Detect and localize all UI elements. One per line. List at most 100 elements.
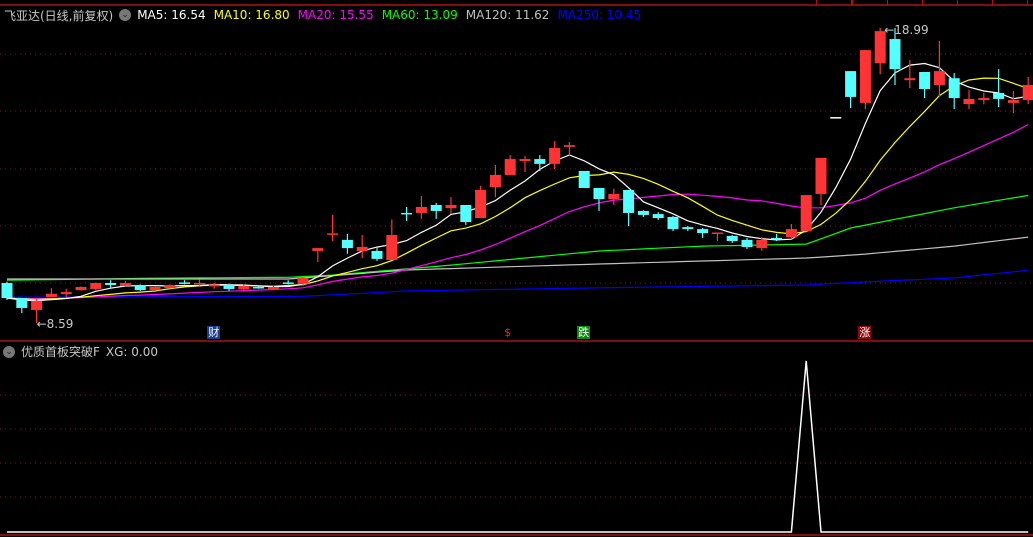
candle-up bbox=[785, 229, 797, 238]
chevron-down-icon[interactable]: ⌄ bbox=[119, 9, 132, 21]
candle-up bbox=[933, 71, 945, 86]
candle-down bbox=[919, 71, 931, 89]
candle-down bbox=[578, 170, 590, 188]
candle-down bbox=[845, 71, 857, 97]
candle-up bbox=[563, 145, 575, 147]
ma-line-ma20 bbox=[6, 123, 1029, 300]
candle-down bbox=[282, 282, 294, 284]
candle-down bbox=[105, 283, 117, 285]
candle-down bbox=[430, 205, 442, 211]
candle-down bbox=[948, 78, 960, 99]
candle-up bbox=[75, 286, 87, 291]
event-marker[interactable]: 财 bbox=[207, 326, 221, 339]
candle-up bbox=[90, 283, 102, 289]
candle-down bbox=[682, 227, 694, 230]
candle-up bbox=[963, 98, 975, 105]
candle-down bbox=[771, 237, 783, 240]
candle-down bbox=[460, 205, 472, 223]
candle-up bbox=[904, 78, 916, 81]
candle-down bbox=[623, 189, 635, 213]
candle-down bbox=[726, 235, 738, 242]
candle-up bbox=[60, 292, 72, 295]
candle-up bbox=[504, 159, 516, 175]
candle-down bbox=[223, 284, 235, 289]
candle-down bbox=[134, 284, 146, 291]
candle-up bbox=[978, 98, 990, 101]
top-tab[interactable] bbox=[957, 0, 993, 5]
xg-signal-line bbox=[7, 360, 1029, 533]
low-price-label: ←8.59 bbox=[37, 317, 74, 331]
candle-up bbox=[119, 283, 131, 286]
event-marker[interactable]: $ bbox=[503, 326, 512, 339]
candle-up bbox=[208, 284, 220, 287]
candle-up bbox=[149, 286, 161, 291]
top-tab[interactable] bbox=[992, 0, 1028, 5]
ma-label: MA20: 15.55 bbox=[297, 8, 374, 22]
chevron-down-icon[interactable]: ⌄ bbox=[3, 345, 15, 358]
candle-up bbox=[45, 293, 57, 297]
top-tab[interactable] bbox=[816, 0, 852, 5]
event-marker[interactable]: 跌 bbox=[577, 326, 591, 339]
candle-up bbox=[193, 283, 205, 285]
ma-label: MA10: 16.80 bbox=[213, 8, 290, 22]
candle-up bbox=[830, 117, 842, 119]
ma-legend: MA5: 16.54 MA10: 16.80 MA20: 15.55 MA60: 13… bbox=[137, 8, 649, 22]
candle-up bbox=[608, 193, 620, 200]
candle-up bbox=[238, 285, 250, 289]
candle-down bbox=[401, 212, 413, 215]
top-tab[interactable] bbox=[887, 0, 923, 5]
ma-line-ma250 bbox=[6, 269, 1029, 298]
indicator-value: XG: 0.00 bbox=[105, 344, 159, 359]
candle-up bbox=[297, 277, 309, 284]
candle-down bbox=[741, 239, 753, 247]
candle-up bbox=[859, 50, 871, 103]
ma-line-ma120 bbox=[7, 236, 1029, 280]
candle-up bbox=[800, 195, 812, 232]
chart-title: 飞亚达(日线,前复权) bbox=[4, 8, 114, 23]
candle-up bbox=[327, 233, 339, 235]
candle-up bbox=[415, 206, 427, 213]
high-price-label: ←18.99 bbox=[884, 23, 928, 37]
ma-line-ma60 bbox=[6, 194, 1029, 281]
candle-up bbox=[445, 205, 457, 209]
candle-down bbox=[652, 214, 664, 219]
ma-label: MA120: 11.62 bbox=[465, 8, 550, 22]
candle-down bbox=[16, 298, 28, 308]
candle-up bbox=[519, 159, 531, 162]
ma-label: MA60: 13.09 bbox=[381, 8, 458, 22]
candle-down bbox=[253, 286, 265, 289]
ma-line-ma5 bbox=[6, 62, 1029, 302]
indicator-title: 优质首板突破F bbox=[21, 345, 100, 359]
candle-up bbox=[756, 239, 768, 249]
candle-down bbox=[667, 216, 679, 230]
chart-canvas[interactable]: ←18.99 ←8.59 bbox=[0, 0, 1033, 537]
candle-up bbox=[164, 284, 176, 289]
candle-up bbox=[489, 174, 501, 188]
candle-down bbox=[341, 239, 353, 249]
event-marker[interactable]: 涨 bbox=[858, 326, 872, 339]
candle-up bbox=[31, 300, 43, 310]
candle-down bbox=[593, 187, 605, 200]
candle-down bbox=[179, 282, 191, 284]
candle-up bbox=[1007, 100, 1019, 103]
candle-down bbox=[371, 250, 383, 259]
candle-up bbox=[1022, 85, 1033, 101]
candle-up bbox=[356, 246, 368, 251]
ma-label: MA5: 16.54 bbox=[137, 8, 206, 22]
candle-up bbox=[267, 286, 279, 289]
candle-up bbox=[549, 147, 561, 164]
candle-up bbox=[312, 248, 324, 251]
candle-up bbox=[386, 235, 398, 261]
top-tab[interactable] bbox=[852, 0, 888, 5]
candle-down bbox=[993, 92, 1005, 99]
candle-up bbox=[711, 232, 723, 235]
candle-down bbox=[637, 210, 649, 215]
candle-down bbox=[534, 159, 546, 164]
candle-down bbox=[1, 283, 13, 299]
candle-down bbox=[889, 39, 901, 70]
ma-label: MA250: 10.45 bbox=[557, 8, 642, 22]
candle-up bbox=[815, 157, 827, 194]
candle-down bbox=[697, 229, 709, 234]
top-tab[interactable] bbox=[922, 0, 958, 5]
indicator-header: ⌄ 优质首板突破F XG: 0.00 bbox=[3, 343, 158, 360]
